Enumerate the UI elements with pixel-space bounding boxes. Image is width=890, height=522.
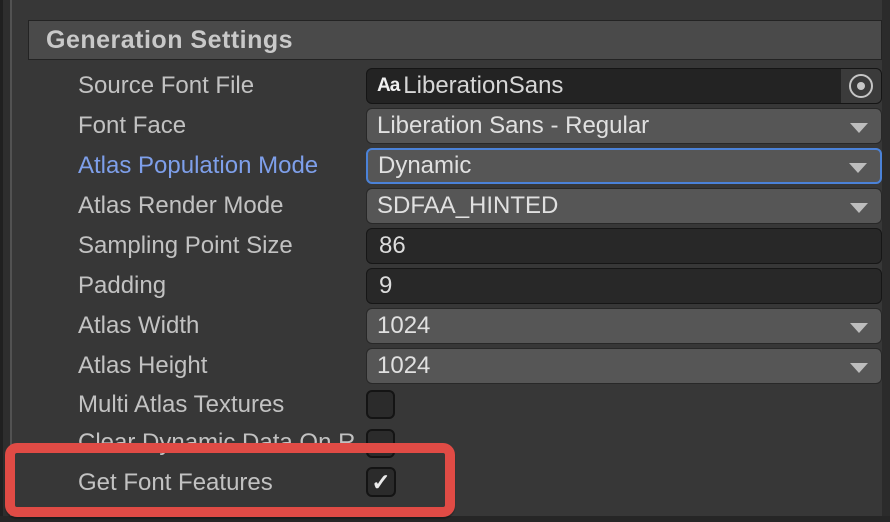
multi-atlas-textures-checkbox[interactable] — [366, 390, 395, 419]
atlas-population-mode-value: Dynamic — [378, 152, 471, 179]
checkmark-icon: ✓ — [371, 469, 390, 495]
sampling-point-size-label: Sampling Point Size — [78, 228, 364, 264]
generation-settings-header[interactable]: Generation Settings — [28, 20, 882, 60]
clear-dynamic-data-label: Clear Dynamic Data On R — [78, 427, 364, 459]
atlas-height-label: Atlas Height — [78, 348, 364, 384]
object-picker-button[interactable] — [841, 69, 881, 103]
padding-label: Padding — [78, 268, 364, 304]
padding-input[interactable] — [366, 268, 882, 304]
atlas-render-mode-label: Atlas Render Mode — [78, 188, 364, 224]
chevron-down-icon — [850, 123, 868, 133]
multi-atlas-textures-label: Multi Atlas Textures — [78, 389, 364, 421]
font-face-label: Font Face — [78, 108, 364, 144]
panel-right-edge — [882, 0, 890, 522]
atlas-population-mode-dropdown[interactable]: Dynamic — [366, 148, 882, 184]
get-font-features-label: Get Font Features — [78, 467, 364, 499]
get-font-features-checkbox[interactable]: ✓ — [366, 467, 396, 497]
panel-left-edge — [0, 0, 12, 522]
sampling-point-size-input[interactable] — [366, 228, 882, 264]
chevron-down-icon — [850, 323, 868, 333]
chevron-down-icon — [850, 203, 868, 213]
clear-dynamic-data-checkbox[interactable] — [366, 429, 395, 458]
font-face-value: Liberation Sans - Regular — [377, 112, 649, 139]
chevron-down-icon — [850, 363, 868, 373]
atlas-width-dropdown[interactable]: 1024 — [366, 308, 882, 344]
font-asset-icon: Aa — [377, 75, 399, 97]
font-face-dropdown[interactable]: Liberation Sans - Regular — [366, 108, 882, 144]
source-font-file-value: LiberationSans — [403, 72, 563, 100]
atlas-width-value: 1024 — [377, 312, 430, 339]
atlas-height-dropdown[interactable]: 1024 — [366, 348, 882, 384]
atlas-width-label: Atlas Width — [78, 308, 364, 344]
chevron-down-icon — [849, 163, 867, 173]
panel-bottom-edge — [0, 516, 890, 522]
atlas-render-mode-value: SDFAA_HINTED — [377, 192, 558, 219]
source-font-file-object-field[interactable]: Aa LiberationSans — [366, 68, 882, 104]
object-picker-icon — [849, 74, 873, 98]
source-font-file-label: Source Font File — [78, 68, 364, 104]
atlas-render-mode-dropdown[interactable]: SDFAA_HINTED — [366, 188, 882, 224]
atlas-population-mode-label: Atlas Population Mode — [78, 148, 364, 184]
atlas-height-value: 1024 — [377, 352, 430, 379]
